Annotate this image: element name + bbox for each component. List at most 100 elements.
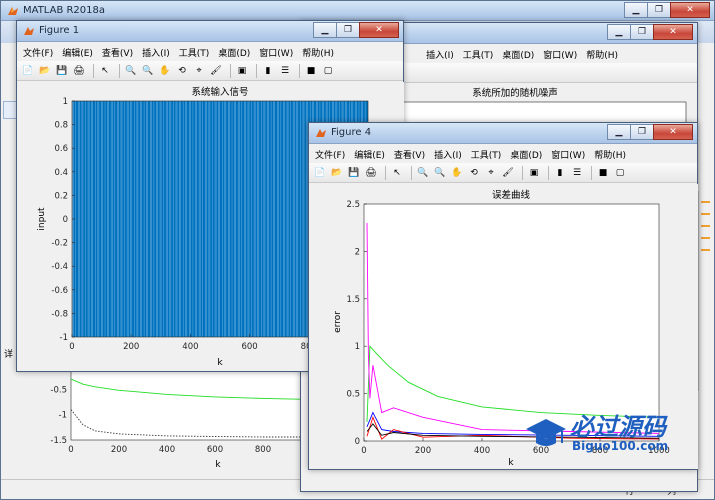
figure4-restore-button[interactable]: ❐ bbox=[630, 124, 654, 140]
x-tick-label: 0 bbox=[361, 446, 366, 456]
data-cursor-icon[interactable]: ⌖ bbox=[484, 166, 498, 180]
figure1-restore-button[interactable]: ❐ bbox=[336, 22, 360, 38]
zoom-in-icon[interactable]: 🔍 bbox=[416, 166, 430, 180]
figure-icon bbox=[316, 129, 326, 137]
menu-desktop[interactable]: 桌面(D) bbox=[218, 46, 250, 59]
pan-icon[interactable]: ✋ bbox=[158, 64, 172, 78]
figure4-x-label: k bbox=[508, 458, 514, 468]
legend-icon[interactable]: ☰ bbox=[278, 64, 292, 78]
y-tick-label: -1.5 bbox=[50, 436, 67, 446]
side-panel-label: 详 bbox=[4, 350, 14, 360]
menu-tools[interactable]: 工具(T) bbox=[471, 148, 502, 161]
bottom-plot-area: 0 200 400 600 800 -0.5 -1 -1.5 k bbox=[21, 371, 316, 483]
new-figure-icon[interactable]: 📄 bbox=[313, 166, 327, 180]
y-tick-label: -0.6 bbox=[51, 286, 68, 296]
zoom-out-icon[interactable]: 🔍 bbox=[433, 166, 447, 180]
menu-desktop[interactable]: 桌面(D) bbox=[510, 148, 542, 161]
zoom-in-icon[interactable]: 🔍 bbox=[124, 64, 138, 78]
menu-help[interactable]: 帮助(H) bbox=[302, 46, 334, 59]
menu-file[interactable]: 文件(F) bbox=[23, 46, 53, 59]
noise-minimize-button[interactable]: ▁ bbox=[607, 24, 631, 40]
open-icon[interactable]: 📂 bbox=[38, 64, 52, 78]
print-icon[interactable]: 🖨 bbox=[72, 64, 86, 78]
show-tools-icon[interactable]: ▢ bbox=[321, 64, 335, 78]
data-cursor-icon[interactable]: ⌖ bbox=[192, 64, 206, 78]
figure4-toolbar: 📄 📂 💾 🖨 ↖ 🔍 🔍 ✋ ⟲ ⌖ 🖌 ▣ ▮ ☰ ■ ▢ bbox=[309, 163, 697, 183]
figure1-close-button[interactable]: ✕ bbox=[359, 22, 399, 38]
colorbar-icon[interactable]: ▮ bbox=[261, 64, 275, 78]
menu-item[interactable]: 帮助(H) bbox=[586, 48, 618, 61]
menu-file[interactable]: 文件(F) bbox=[315, 148, 345, 161]
colorbar-icon[interactable]: ▮ bbox=[553, 166, 567, 180]
menu-window[interactable]: 窗口(W) bbox=[551, 148, 585, 161]
figure1-minimize-button[interactable]: ▁ bbox=[313, 22, 337, 38]
print-icon[interactable]: 🖨 bbox=[364, 166, 378, 180]
bottom-x-axis-label: k bbox=[215, 460, 221, 470]
menu-item[interactable]: 插入(I) bbox=[426, 48, 454, 61]
pan-icon[interactable]: ✋ bbox=[450, 166, 464, 180]
open-icon[interactable]: 📂 bbox=[330, 166, 344, 180]
figure4-close-button[interactable]: ✕ bbox=[653, 124, 693, 140]
figure1-title-bar[interactable]: Figure 1 ▁ ❐ ✕ bbox=[17, 21, 403, 42]
y-tick-label: 0.8 bbox=[54, 121, 68, 131]
matlab-logo-icon bbox=[8, 7, 18, 15]
menu-edit[interactable]: 编辑(E) bbox=[62, 46, 93, 59]
zoom-out-icon[interactable]: 🔍 bbox=[141, 64, 155, 78]
x-tick-label: 400 bbox=[182, 342, 198, 352]
y-tick-label: 1 bbox=[63, 97, 68, 107]
new-figure-icon[interactable]: 📄 bbox=[21, 64, 35, 78]
y-tick-label: 0.4 bbox=[54, 168, 68, 178]
figure1-menu-bar: 文件(F) 编辑(E) 查看(V) 插入(I) 工具(T) 桌面(D) 窗口(W… bbox=[17, 43, 403, 61]
figure4-title-bar[interactable]: Figure 4 ▁ ❐ ✕ bbox=[309, 123, 697, 144]
y-tick-label: 0.6 bbox=[54, 144, 68, 154]
save-icon[interactable]: 💾 bbox=[55, 64, 69, 78]
brush-icon[interactable]: 🖌 bbox=[209, 64, 223, 78]
brush-icon[interactable]: 🖌 bbox=[501, 166, 515, 180]
figure4-menu-bar: 文件(F) 编辑(E) 查看(V) 插入(I) 工具(T) 桌面(D) 窗口(W… bbox=[309, 145, 697, 163]
figure1-axes-title: 系统输入信号 bbox=[191, 86, 248, 98]
rotate-icon[interactable]: ⟲ bbox=[175, 64, 189, 78]
menu-view[interactable]: 查看(V) bbox=[102, 46, 133, 59]
pointer-icon[interactable]: ↖ bbox=[98, 64, 112, 78]
figure4-y-label: error bbox=[333, 311, 343, 333]
menu-insert[interactable]: 插入(I) bbox=[142, 46, 170, 59]
pointer-icon[interactable]: ↖ bbox=[390, 166, 404, 180]
x-tick-label: 800 bbox=[255, 445, 271, 455]
menu-help[interactable]: 帮助(H) bbox=[594, 148, 626, 161]
link-icon[interactable]: ▣ bbox=[527, 166, 541, 180]
menu-item[interactable]: 桌面(D) bbox=[502, 48, 534, 61]
y-tick-label: -0.4 bbox=[51, 262, 68, 272]
menu-edit[interactable]: 编辑(E) bbox=[354, 148, 385, 161]
figure1-x-label: k bbox=[217, 358, 223, 368]
noise-restore-button[interactable]: ❐ bbox=[630, 24, 654, 40]
y-tick-label: 0 bbox=[63, 215, 68, 225]
figure1-title: Figure 1 bbox=[39, 25, 80, 36]
menu-insert[interactable]: 插入(I) bbox=[434, 148, 462, 161]
watermark-url: Biguo100.com bbox=[572, 439, 669, 453]
x-tick-label: 200 bbox=[111, 445, 127, 455]
menu-tools[interactable]: 工具(T) bbox=[179, 46, 210, 59]
show-tools-icon[interactable]: ▢ bbox=[613, 166, 627, 180]
y-tick-label: 0 bbox=[355, 437, 360, 447]
restore-button[interactable]: ❐ bbox=[647, 2, 671, 18]
y-tick-label: -1 bbox=[59, 411, 67, 421]
y-tick-label: 0.5 bbox=[346, 390, 360, 400]
link-icon[interactable]: ▣ bbox=[235, 64, 249, 78]
menu-item[interactable]: 工具(T) bbox=[463, 48, 494, 61]
hide-tools-icon[interactable]: ■ bbox=[304, 64, 318, 78]
menu-view[interactable]: 查看(V) bbox=[394, 148, 425, 161]
save-icon[interactable]: 💾 bbox=[347, 166, 361, 180]
hide-tools-icon[interactable]: ■ bbox=[596, 166, 610, 180]
menu-item[interactable]: 窗口(W) bbox=[543, 48, 577, 61]
matlab-title-text: MATLAB R2018a bbox=[23, 5, 106, 16]
x-tick-label: 0 bbox=[69, 342, 74, 352]
legend-icon[interactable]: ☰ bbox=[570, 166, 584, 180]
minimize-button[interactable]: ▁ bbox=[624, 2, 648, 18]
panel-toggle-icon[interactable] bbox=[3, 101, 17, 119]
figure4-minimize-button[interactable]: ▁ bbox=[607, 124, 631, 140]
matlab-title-bar[interactable]: MATLAB R2018a ▁ ❐ ✕ bbox=[1, 1, 714, 21]
close-button[interactable]: ✕ bbox=[670, 2, 710, 18]
rotate-icon[interactable]: ⟲ bbox=[467, 166, 481, 180]
noise-close-button[interactable]: ✕ bbox=[653, 24, 693, 40]
menu-window[interactable]: 窗口(W) bbox=[259, 46, 293, 59]
